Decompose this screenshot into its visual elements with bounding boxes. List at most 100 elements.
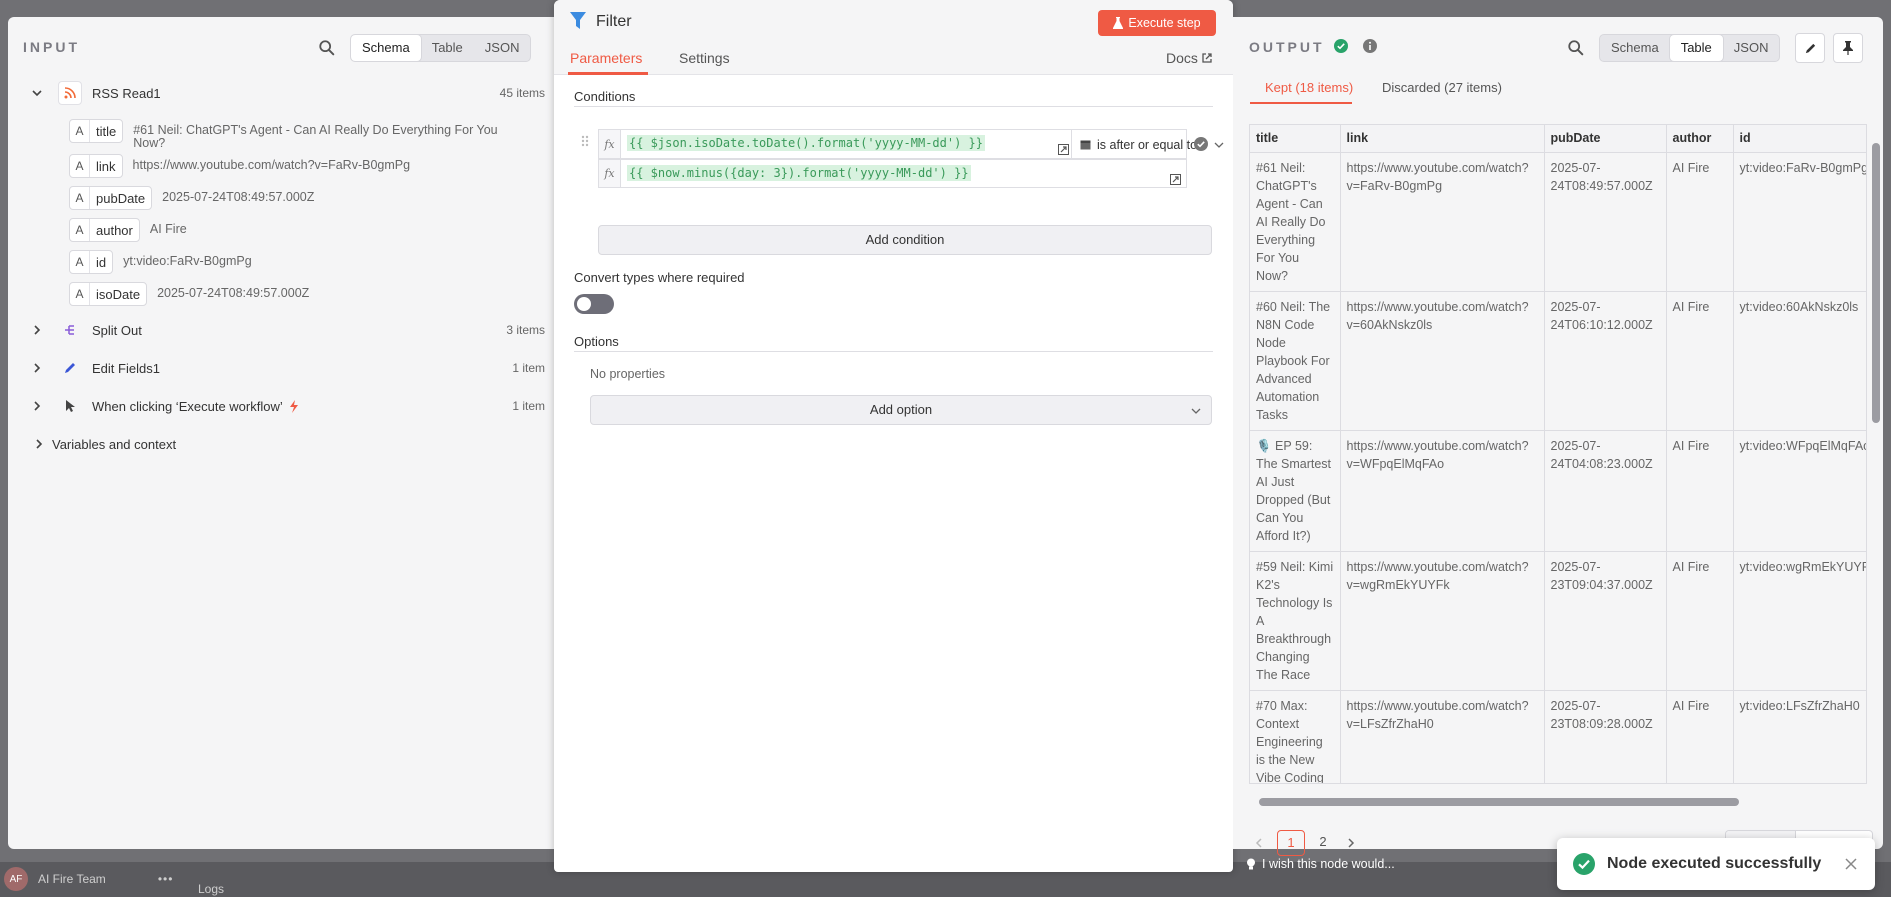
feedback-link[interactable]: I wish this node would... bbox=[1246, 857, 1395, 871]
docs-link[interactable]: Docs bbox=[1166, 50, 1212, 66]
scrollbar-thumb[interactable] bbox=[1259, 798, 1739, 806]
tab-kept-items[interactable]: Kept (18 items) bbox=[1265, 80, 1353, 95]
chevron-right-icon[interactable] bbox=[1337, 830, 1365, 856]
field-key: id bbox=[96, 254, 107, 270]
input-view-json[interactable]: JSON bbox=[474, 35, 531, 61]
schema-field-id[interactable]: Aid yt:video:FaRv-B0gmPg bbox=[69, 250, 252, 274]
string-type-icon: A bbox=[70, 155, 90, 177]
table-row: #70 Max: Context Engineering is the New … bbox=[1250, 690, 1866, 783]
expand-icon[interactable] bbox=[1170, 174, 1181, 185]
convert-types-label: Convert types where required bbox=[574, 270, 745, 285]
chevron-right-icon bbox=[36, 439, 43, 449]
left-expression: {{ $json.isoDate.toDate().format('yyyy-M… bbox=[627, 135, 986, 151]
scrollbar-thumb[interactable] bbox=[1872, 143, 1880, 423]
tree-node-split-out[interactable]: Split Out 3 items bbox=[8, 316, 554, 344]
output-view-json[interactable]: JSON bbox=[1723, 35, 1780, 61]
search-icon[interactable] bbox=[1567, 39, 1585, 57]
table-cell: https://www.youtube.com/watch?v=FaRv-B0g… bbox=[1340, 152, 1545, 292]
filter-icon bbox=[570, 12, 586, 29]
column-header: link bbox=[1340, 125, 1545, 153]
add-option-button[interactable]: Add option bbox=[590, 395, 1212, 425]
horizontal-scrollbar[interactable] bbox=[1249, 796, 1867, 808]
output-title: OUTPUT bbox=[1249, 39, 1325, 55]
tree-node-edit-fields[interactable]: Edit Fields1 1 item bbox=[8, 354, 554, 382]
field-key: author bbox=[96, 222, 133, 238]
team-switcher: AF AI Fire Team ••• bbox=[0, 864, 173, 894]
field-value: 2025-07-24T08:49:57.000Z bbox=[162, 190, 315, 204]
schema-field-link[interactable]: Alink https://www.youtube.com/watch?v=Fa… bbox=[69, 154, 410, 178]
table-cell: yt:video:LFsZfrZhaH0 bbox=[1733, 690, 1866, 783]
string-type-icon: A bbox=[70, 120, 90, 142]
schema-field-author[interactable]: Aauthor AI Fire bbox=[69, 218, 187, 242]
pin-output-button[interactable] bbox=[1833, 33, 1863, 63]
tree-node-rss-read[interactable]: RSS Read1 45 items bbox=[8, 79, 554, 107]
table-cell: 2025-07-23T08:09:28.000Z bbox=[1544, 690, 1667, 783]
table-cell: 2025-07-24T08:49:57.000Z bbox=[1544, 152, 1667, 292]
table-cell: #70 Max: Context Engineering is the New … bbox=[1250, 690, 1341, 783]
vertical-scrollbar[interactable] bbox=[1871, 129, 1881, 791]
item-count: 45 items bbox=[499, 86, 545, 100]
tree-node-manual-trigger[interactable]: When clicking ‘Execute workflow’ 1 item bbox=[8, 392, 554, 420]
toast-message: Node executed successfully bbox=[1607, 855, 1822, 872]
table-row: 🎙️ EP 59: The Smartest AI Just Dropped (… bbox=[1250, 430, 1866, 552]
pagination: 1 2 bbox=[1245, 830, 1365, 856]
no-properties-text: No properties bbox=[590, 367, 666, 381]
output-view-schema[interactable]: Schema bbox=[1600, 35, 1670, 61]
chevron-left-icon[interactable] bbox=[1245, 830, 1273, 856]
input-view-schema[interactable]: Schema bbox=[351, 35, 421, 61]
table-row: #60 Neil: The N8N Code Node Playbook For… bbox=[1250, 291, 1866, 431]
table-cell: #61 Neil: ChatGPT's Agent - Can AI Reall… bbox=[1250, 152, 1341, 292]
input-view-table[interactable]: Table bbox=[421, 35, 474, 61]
edit-output-button[interactable] bbox=[1795, 33, 1825, 63]
pencil-icon bbox=[1805, 43, 1815, 53]
tab-settings[interactable]: Settings bbox=[679, 50, 730, 66]
toggle-knob bbox=[577, 297, 591, 311]
page-1-button[interactable]: 1 bbox=[1277, 830, 1305, 856]
table-cell: 2025-07-23T09:04:37.000Z bbox=[1544, 551, 1667, 691]
table-cell: #59 Neil: Kimi K2's Technology Is A Brea… bbox=[1250, 551, 1341, 691]
execute-step-button[interactable]: Execute step bbox=[1098, 10, 1216, 36]
add-condition-button[interactable]: Add condition bbox=[598, 225, 1212, 255]
active-tab-indicator bbox=[1250, 102, 1352, 104]
schema-field-pubdate[interactable]: ApubDate 2025-07-24T08:49:57.000Z bbox=[69, 186, 314, 210]
more-icon: ••• bbox=[157, 872, 174, 886]
item-count: 1 item bbox=[512, 361, 545, 375]
lightbulb-icon bbox=[1247, 858, 1255, 869]
condition-right-value[interactable]: fx {{ $now.minus({day: 3}).format('yyyy-… bbox=[598, 159, 1187, 188]
logs-label: Logs bbox=[198, 882, 225, 896]
column-header: id bbox=[1733, 125, 1866, 153]
table-cell: https://www.youtube.com/watch?v=WFpqElMq… bbox=[1340, 430, 1545, 552]
condition-left-value[interactable]: fx {{ $json.isoDate.toDate().format('yyy… bbox=[598, 129, 1224, 159]
schema-field-isodate[interactable]: AisoDate 2025-07-24T08:49:57.000Z bbox=[69, 282, 309, 306]
field-key: pubDate bbox=[96, 190, 146, 206]
divider bbox=[574, 106, 1213, 107]
pin-icon bbox=[1843, 41, 1853, 55]
table-cell: AI Fire bbox=[1666, 690, 1734, 783]
active-tab-indicator bbox=[568, 72, 648, 75]
output-view-table[interactable]: Table bbox=[1669, 35, 1723, 61]
expand-icon[interactable] bbox=[1058, 144, 1069, 155]
output-table-container[interactable]: title link pubDate author id #61 Neil: C… bbox=[1249, 124, 1867, 784]
search-icon[interactable] bbox=[318, 39, 336, 57]
rss-icon bbox=[58, 81, 82, 105]
tree-node-label: Edit Fields1 bbox=[92, 360, 160, 376]
page-2-button[interactable]: 2 bbox=[1309, 830, 1337, 856]
close-icon[interactable] bbox=[1845, 858, 1857, 870]
chevron-down-icon bbox=[1214, 142, 1224, 148]
tab-parameters[interactable]: Parameters bbox=[570, 50, 642, 66]
chevron-right-icon bbox=[34, 363, 41, 373]
info-icon[interactable] bbox=[1363, 39, 1377, 53]
drag-handle-icon[interactable] bbox=[580, 134, 590, 148]
schema-field-title[interactable]: Atitle #61 Neil: ChatGPT's Agent - Can A… bbox=[69, 119, 503, 150]
field-key: link bbox=[96, 158, 116, 174]
table-header-row: title link pubDate author id bbox=[1250, 125, 1866, 153]
input-panel: INPUT Schema Table JSON RSS Read1 45 ite… bbox=[8, 17, 554, 849]
convert-types-toggle[interactable] bbox=[574, 294, 614, 314]
tab-discarded-items[interactable]: Discarded (27 items) bbox=[1382, 80, 1502, 95]
table-cell: https://www.youtube.com/watch?v=wgRmEkYU… bbox=[1340, 551, 1545, 691]
variables-and-context[interactable]: Variables and context bbox=[8, 430, 554, 458]
tree-node-label: When clicking ‘Execute workflow’ bbox=[92, 398, 283, 414]
table-row: #61 Neil: ChatGPT's Agent - Can AI Reall… bbox=[1250, 152, 1866, 292]
cursor-icon bbox=[58, 394, 82, 418]
tree-node-label: RSS Read1 bbox=[92, 85, 161, 101]
